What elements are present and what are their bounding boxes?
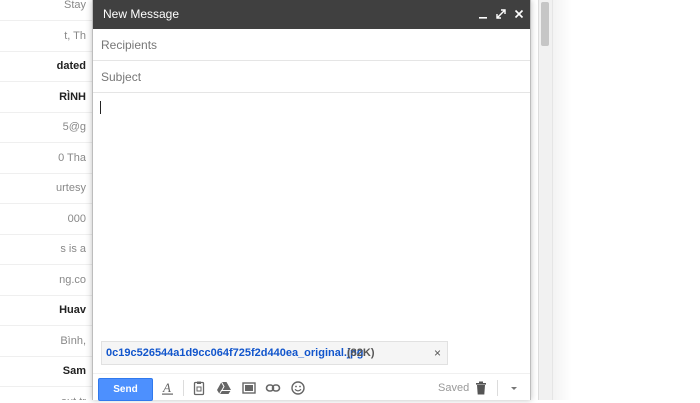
insert-photo-icon[interactable] xyxy=(241,380,257,396)
background-mail-row[interactable]: urtesy xyxy=(0,173,92,204)
formatting-icon[interactable]: A xyxy=(160,380,176,396)
compose-window: New Message 0c19c526544a1d9cc064f725f2d4… xyxy=(92,0,531,401)
background-scrollbar[interactable] xyxy=(538,0,553,400)
emoji-icon[interactable] xyxy=(290,380,306,396)
background-mail-snippet: Stay xyxy=(63,0,86,11)
compose-titlebar[interactable]: New Message xyxy=(93,0,530,29)
background-mail-row[interactable]: out tr xyxy=(0,387,92,401)
background-mail-row[interactable]: s is a xyxy=(0,234,92,265)
toolbar-separator xyxy=(497,380,498,396)
background-mail-snippet: Bình, xyxy=(60,334,86,347)
background-mail-row[interactable]: Sam xyxy=(0,356,92,387)
background-mail-snippet: 0 Tha xyxy=(58,151,86,164)
insert-link-icon[interactable] xyxy=(265,380,281,396)
trash-icon[interactable] xyxy=(473,380,489,396)
background-mail-snippet: s is a xyxy=(60,243,86,255)
background-mail-row[interactable]: t, Th xyxy=(0,21,92,52)
send-button[interactable]: Send xyxy=(98,378,153,401)
compose-title: New Message xyxy=(103,7,180,21)
recipients-input[interactable] xyxy=(99,29,523,61)
compose-toolbar: Send A Saved xyxy=(93,373,530,401)
background-mail-row[interactable]: ng.co xyxy=(0,265,92,296)
background-scrollbar-thumb[interactable] xyxy=(541,2,549,46)
subject-input[interactable] xyxy=(99,61,523,93)
subject-row xyxy=(93,61,530,93)
background-mail-snippet: out tr xyxy=(61,387,86,401)
recipients-row xyxy=(93,29,530,61)
background-mail-row[interactable]: 0 Tha xyxy=(0,143,92,174)
background-mail-row[interactable]: 5@g xyxy=(0,112,92,143)
background-mail-snippet: urtesy xyxy=(56,182,86,194)
background-mail-snippet: ng.co xyxy=(59,273,86,286)
attach-file-icon[interactable] xyxy=(191,380,207,396)
svg-text:A: A xyxy=(162,380,171,395)
background-mail-snippet: 5@g xyxy=(62,121,86,133)
attachment-chip[interactable]: 0c19c526544a1d9cc064f725f2d440ea_origina… xyxy=(101,341,448,365)
background-mail-row[interactable]: 000 xyxy=(0,204,92,235)
saved-status: Saved xyxy=(438,382,470,394)
background-mail-snippet: 000 xyxy=(67,212,86,225)
expand-icon[interactable] xyxy=(494,7,508,21)
background-mail-row[interactable]: dated xyxy=(0,51,92,82)
background-mail-snippet: Sam xyxy=(62,365,86,377)
drive-icon[interactable] xyxy=(216,380,232,396)
background-mail-row[interactable]: Huav xyxy=(0,295,92,326)
message-body[interactable] xyxy=(93,93,530,333)
more-options-icon[interactable] xyxy=(506,380,522,396)
text-caret xyxy=(100,101,101,114)
attachment-name-link[interactable]: 0c19c526544a1d9cc064f725f2d440ea_origina… xyxy=(106,342,363,364)
background-mail-row[interactable]: RÌNH xyxy=(0,82,92,113)
background-mail-row[interactable]: Stay xyxy=(0,0,92,21)
background-mail-list: Stay t, Th dated RÌNH 5@g 0 Tha urtesy 000 s is… xyxy=(0,0,92,400)
background-mail-snippet: dated xyxy=(56,60,86,72)
toolbar-separator xyxy=(183,380,184,396)
background-shadow xyxy=(552,0,572,400)
background-mail-snippet: Huav xyxy=(59,304,86,316)
background-mail-snippet: RÌNH xyxy=(59,90,86,103)
attachment-size: (82K) xyxy=(347,347,375,359)
background-mail-snippet: t, Th xyxy=(64,29,86,42)
minimize-icon[interactable] xyxy=(476,7,490,21)
remove-attachment-icon[interactable]: × xyxy=(434,342,441,364)
close-icon[interactable] xyxy=(512,7,526,21)
background-mail-row[interactable]: Bình, xyxy=(0,326,92,357)
